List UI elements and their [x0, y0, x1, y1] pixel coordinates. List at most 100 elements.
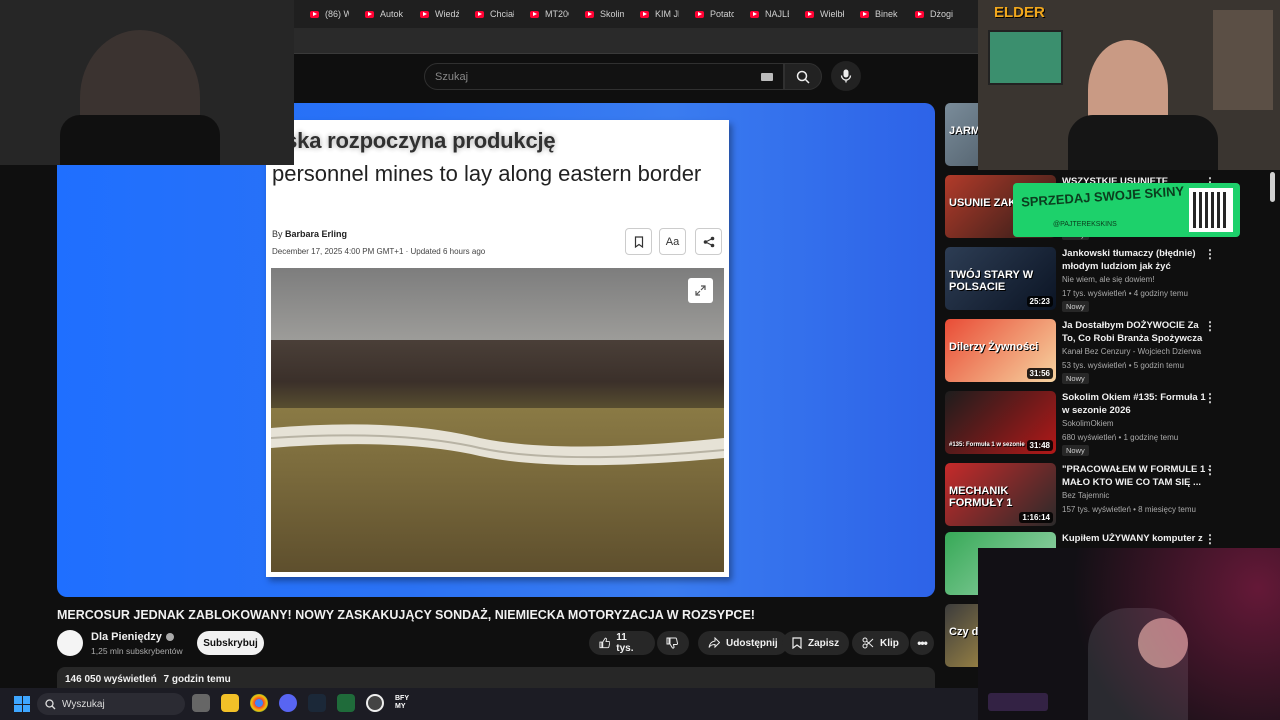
recommendation-item[interactable]: #135: Formuła 1 w sezonie 31:48 Sokolim Ok…: [945, 391, 1245, 456]
search-input[interactable]: Szukaj: [424, 63, 784, 90]
share-icon: [703, 236, 714, 247]
subscribe-button[interactable]: Subskrybuj: [197, 631, 264, 655]
browser-tab[interactable]: Autok: [349, 9, 404, 19]
webcam-top-right: ELDER: [978, 0, 1280, 170]
recommendation-thumbnail[interactable]: Dilerzy Żywności 31:56: [945, 319, 1056, 382]
sidebar-scrollbar[interactable]: [1270, 172, 1275, 202]
recommendation-thumbnail[interactable]: MECHANIK FORMUŁY 1 1:16:14: [945, 463, 1056, 526]
browser-tab[interactable]: KIM JE: [624, 9, 679, 19]
channel-avatar[interactable]: [57, 630, 83, 656]
channel-name[interactable]: Dla Pieniędzy: [91, 631, 174, 643]
browser-tab[interactable]: Potato: [679, 9, 734, 19]
task-view-icon[interactable]: [192, 694, 210, 712]
channel-name-text[interactable]: Dla Pieniędzy: [91, 631, 162, 643]
keyboard: [988, 693, 1048, 711]
obs-icon[interactable]: [366, 694, 384, 712]
browser-tab[interactable]: MT20C: [514, 9, 569, 19]
clip-label: Klip: [880, 637, 899, 649]
keyboard-icon[interactable]: [761, 73, 773, 81]
recommendation-item[interactable]: MECHANIK FORMUŁY 1 1:16:14 "PRACOWAŁEM W F…: [945, 463, 1245, 527]
font-size-button[interactable]: Aa: [659, 228, 686, 255]
browser-tab-label: (86) W: [325, 9, 349, 19]
more-options-icon[interactable]: ⋮: [1204, 463, 1216, 477]
browser-tab[interactable]: Chciał: [459, 9, 514, 19]
more-options-icon[interactable]: ⋮: [1204, 532, 1216, 546]
recommendation-item[interactable]: TWÓJ STARY W POLSACIE 25:23 Jankowski tłum…: [945, 247, 1245, 312]
youtube-favicon-icon: [585, 10, 594, 18]
streamer-logo: ELDER: [994, 4, 1045, 21]
excel-icon[interactable]: [337, 694, 355, 712]
more-icon: •••: [917, 636, 928, 650]
pinned-app-label[interactable]: BFY MY: [395, 695, 413, 711]
recommendation-item[interactable]: Dilerzy Żywności 31:56 Ja Dostałbym DOŻYWO…: [945, 319, 1245, 384]
search-icon: [45, 698, 56, 709]
taskbar-search-placeholder: Wyszukaj: [62, 698, 105, 710]
recommendation-thumbnail[interactable]: TWÓJ STARY W POLSACIE 25:23: [945, 247, 1056, 310]
recommendation-channel[interactable]: Bez Tajemnic: [1062, 491, 1109, 500]
steam-icon[interactable]: [308, 694, 326, 712]
thumbnail-text: MECHANIK FORMUŁY 1: [949, 485, 1013, 509]
more-actions-button[interactable]: •••: [910, 631, 934, 655]
voice-search-button[interactable]: [831, 61, 861, 91]
bookmark-button[interactable]: [625, 228, 652, 255]
banner-text: SPRZEDAJ SWOJE SKINY: [1020, 183, 1185, 210]
recommendation-title[interactable]: Kupiłem UŻYWANY komputer z: [1062, 532, 1214, 545]
recommendation-thumbnail[interactable]: #135: Formuła 1 w sezonie 31:48: [945, 391, 1056, 454]
recommendation-channel[interactable]: SokolimOkiem: [1062, 419, 1114, 428]
expand-icon: [695, 285, 706, 296]
dislike-button[interactable]: [657, 631, 689, 655]
verified-icon: [165, 633, 174, 642]
share-label: Udostępnij: [726, 637, 778, 649]
browser-tab[interactable]: (86) W: [294, 9, 349, 19]
view-count: 146 050 wyświetleń: [65, 674, 157, 685]
chrome-icon[interactable]: [250, 694, 268, 712]
browser-tab[interactable]: Wiedź: [404, 9, 459, 19]
browser-tab[interactable]: Dżogi: [899, 9, 954, 19]
browser-tab[interactable]: NAJLE: [734, 9, 789, 19]
youtube-favicon-icon: [915, 10, 924, 18]
like-count: 11 tys.: [616, 632, 634, 654]
youtube-favicon-icon: [475, 10, 484, 18]
more-options-icon[interactable]: ⋮: [1204, 391, 1216, 405]
browser-tab-label: Potato: [710, 9, 734, 19]
new-badge: Nowy: [1062, 445, 1089, 456]
recommendation-channel[interactable]: Kanał Bez Cenzury - Wojciech Dzierwa: [1062, 347, 1201, 356]
like-button[interactable]: 11 tys.: [589, 631, 655, 655]
recommendation-title[interactable]: Jankowski tłumaczy (błędnie) młodym ludz…: [1062, 247, 1214, 273]
browser-tab[interactable]: Binek: [844, 9, 899, 19]
browser-tab[interactable]: Skolim: [569, 9, 624, 19]
save-icon: [792, 637, 802, 649]
video-duration: 1:16:14: [1019, 512, 1053, 523]
youtube-favicon-icon: [365, 10, 374, 18]
youtube-favicon-icon: [530, 10, 539, 18]
video-duration: 31:48: [1026, 440, 1053, 451]
clip-button[interactable]: Klip: [852, 631, 909, 655]
browser-tab-label: Binek: [875, 9, 898, 19]
more-options-icon[interactable]: ⋮: [1204, 247, 1216, 261]
browser-tab-label: Wiedź: [435, 9, 459, 19]
qr-code-icon: [1189, 188, 1233, 232]
microphone-icon: [840, 69, 852, 83]
thumbnail-text: TWÓJ STARY W POLSACIE: [949, 269, 1034, 293]
windows-start-icon[interactable]: [14, 696, 30, 712]
share-button[interactable]: Udostępnij: [698, 631, 788, 655]
browser-toolbar: [294, 28, 978, 54]
save-button[interactable]: Zapisz: [782, 631, 850, 655]
recommendation-title[interactable]: Ja Dostałbym DOŻYWOCIE Za To, Co Robi Br…: [1062, 319, 1214, 345]
browser-tab-label: Chciał: [490, 9, 514, 19]
browser-tab[interactable]: Wielbł: [789, 9, 844, 19]
more-options-icon[interactable]: ⋮: [1204, 319, 1216, 333]
video-player[interactable]: olska rozpoczyna produkcję personnel min…: [57, 103, 935, 597]
share-article-button[interactable]: [695, 228, 722, 255]
recommendation-title[interactable]: "PRACOWAŁEM W FORMULE 1 - MAŁO KTO WIE C…: [1062, 463, 1214, 489]
recommendation-title[interactable]: Sokolim Okiem #135: Formuła 1 w sezonie …: [1062, 391, 1214, 417]
recommendation-channel[interactable]: Nie wiem, ale się dowiem!: [1062, 275, 1154, 284]
youtube-favicon-icon: [420, 10, 429, 18]
search-icon: [796, 70, 810, 84]
expand-photo-button[interactable]: [688, 278, 713, 303]
dragon-teeth-barrier-icon: [271, 424, 724, 466]
taskbar-search[interactable]: Wyszukaj: [37, 693, 185, 715]
file-explorer-icon[interactable]: [221, 694, 239, 712]
discord-icon[interactable]: [279, 694, 297, 712]
search-button[interactable]: [784, 63, 822, 90]
